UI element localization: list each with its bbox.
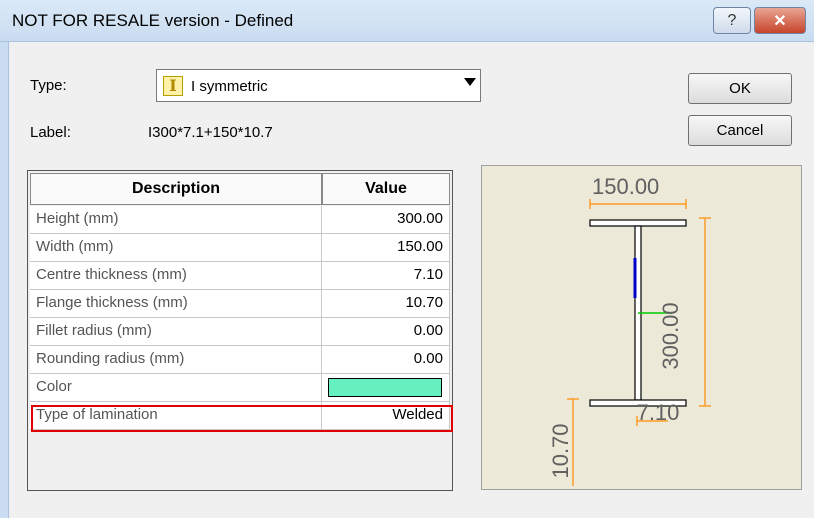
row-highlight-box <box>31 405 453 432</box>
row-description: Height (mm) <box>30 206 322 234</box>
column-header-description[interactable]: Description <box>30 173 322 205</box>
section-drawing: 150.00 300.00 7.10 10.70 <box>548 174 711 486</box>
row-value[interactable]: 150.00 <box>322 234 450 262</box>
width-dimension-label: 150.00 <box>592 174 659 199</box>
table-row[interactable]: Centre thickness (mm) 7.10 <box>30 262 450 290</box>
window-title: NOT FOR RESALE version - Defined <box>12 11 294 30</box>
row-value[interactable]: 300.00 <box>322 206 450 234</box>
table-row[interactable]: Width (mm) 150.00 <box>30 234 450 262</box>
color-swatch[interactable] <box>328 378 442 397</box>
row-value[interactable]: 0.00 <box>322 318 450 346</box>
row-description: Centre thickness (mm) <box>30 262 322 290</box>
i-section-icon: I <box>163 76 183 96</box>
table-row[interactable]: Fillet radius (mm) 0.00 <box>30 318 450 346</box>
color-value-cell[interactable] <box>322 374 450 402</box>
row-value[interactable]: 7.10 <box>322 262 450 290</box>
help-icon: ? <box>727 11 737 29</box>
row-description: Flange thickness (mm) <box>30 290 322 318</box>
label-value: I300*7.1+150*10.7 <box>148 124 273 141</box>
table-row[interactable]: Color <box>30 374 450 402</box>
row-description: Color <box>30 374 322 402</box>
close-icon: ✕ <box>773 12 787 30</box>
row-description: Fillet radius (mm) <box>30 318 322 346</box>
close-button[interactable]: ✕ <box>754 7 806 34</box>
column-header-value[interactable]: Value <box>322 173 450 205</box>
height-dimension-label: 300.00 <box>658 302 683 369</box>
row-description: Width (mm) <box>30 234 322 262</box>
table-row[interactable]: Height (mm) 300.00 <box>30 206 450 234</box>
window-left-border <box>0 42 9 518</box>
table-header: Description Value <box>30 173 450 205</box>
dialog-window: NOT FOR RESALE version - Defined ? ✕ Typ… <box>0 0 814 518</box>
chevron-down-icon[interactable] <box>464 78 476 86</box>
table-row[interactable]: Flange thickness (mm) 10.70 <box>30 290 450 318</box>
flange-dimension-label: 10.70 <box>548 423 573 478</box>
help-button[interactable]: ? <box>713 7 751 34</box>
row-description: Rounding radius (mm) <box>30 346 322 374</box>
type-label: Type: <box>30 77 67 94</box>
row-value[interactable]: 0.00 <box>322 346 450 374</box>
cancel-button[interactable]: Cancel <box>688 115 792 146</box>
table-row[interactable]: Rounding radius (mm) 0.00 <box>30 346 450 374</box>
label-label: Label: <box>30 124 71 141</box>
top-flange <box>589 219 687 227</box>
type-dropdown[interactable]: I I symmetric <box>156 69 481 102</box>
section-preview: 150.00 300.00 7.10 10.70 <box>481 165 802 490</box>
properties-table: Description Value Height (mm) 300.00 Wid… <box>27 170 453 491</box>
web-dimension-label: 7.10 <box>637 400 680 425</box>
title-bar[interactable]: NOT FOR RESALE version - Defined ? ✕ <box>0 0 814 42</box>
type-dropdown-value: I symmetric <box>191 78 268 95</box>
row-value[interactable]: 10.70 <box>322 290 450 318</box>
ok-button[interactable]: OK <box>688 73 792 104</box>
